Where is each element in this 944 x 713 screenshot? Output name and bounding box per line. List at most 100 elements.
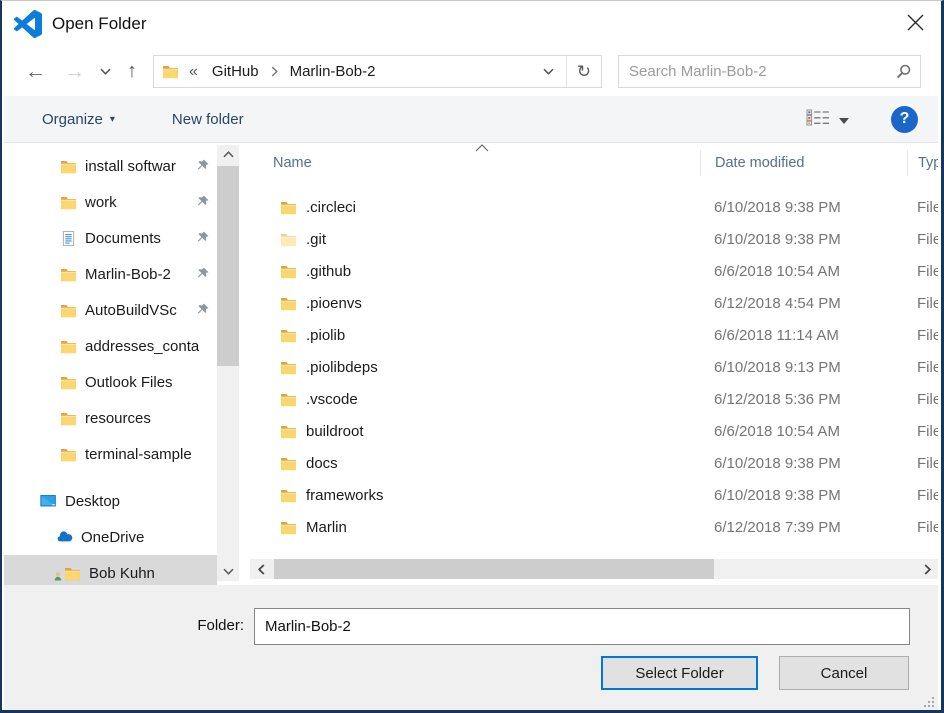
scroll-left-icon[interactable] — [250, 559, 272, 579]
row-name: .piolib — [306, 327, 345, 344]
sidebar-item-resources[interactable]: resources — [4, 400, 217, 436]
select-folder-button[interactable]: Select Folder — [601, 656, 758, 690]
folder-icon — [280, 359, 297, 376]
sidebar-item-label: Bob Kuhn — [89, 565, 155, 582]
folder-icon — [162, 63, 179, 80]
sidebar-item-addresses-conta[interactable]: addresses_conta — [4, 328, 217, 364]
sidebar-item-autobuildvsc[interactable]: AutoBuildVSc — [4, 292, 217, 328]
breadcrumb-marlin-bob-2[interactable]: Marlin-Bob-2 — [280, 63, 386, 80]
scroll-down-icon[interactable] — [217, 562, 239, 581]
up-button[interactable]: ↑ — [117, 60, 147, 83]
row-name: .piolibdeps — [306, 359, 378, 376]
close-icon[interactable] — [893, 3, 937, 41]
table-row[interactable]: buildroot 6/6/2018 10:54 AM File — [249, 415, 938, 447]
table-row[interactable]: .github 6/6/2018 10:54 AM File — [249, 255, 938, 287]
organize-caret-icon: ▾ — [110, 114, 115, 125]
address-bar[interactable]: « GitHub Marlin-Bob-2 ↻ — [153, 55, 602, 88]
table-row[interactable]: docs 6/10/2018 9:38 PM File — [249, 447, 938, 479]
sidebar-item-label: terminal-sample — [85, 446, 192, 463]
sidebar-item-onedrive[interactable]: OneDrive — [4, 519, 217, 555]
sidebar-item-label: Outlook Files — [85, 374, 173, 391]
address-dropdown-icon[interactable] — [531, 56, 566, 87]
pin-icon[interactable] — [195, 194, 210, 209]
folder-icon — [280, 199, 297, 216]
table-row[interactable]: Marlin 6/12/2018 7:39 PM File — [249, 511, 938, 543]
folder-icon — [280, 263, 297, 280]
folder-field-label: Folder: — [154, 617, 244, 634]
pin-icon[interactable] — [195, 266, 210, 281]
folder-name-input[interactable] — [254, 608, 910, 645]
sidebar-item-label: install softwar — [85, 158, 176, 175]
sidebar-scrollbar-thumb[interactable] — [217, 166, 239, 366]
view-mode-button[interactable] — [800, 105, 855, 134]
table-row[interactable]: .circleci 6/10/2018 9:38 PM File — [249, 191, 938, 223]
breadcrumb-overflow[interactable]: « — [189, 63, 198, 81]
file-rows: .circleci 6/10/2018 9:38 PM File .git 6/… — [249, 191, 938, 543]
row-date-modified: 6/10/2018 9:38 PM — [700, 231, 907, 248]
folder-icon — [60, 266, 77, 283]
row-type: File — [907, 519, 938, 536]
forward-button[interactable]: → — [55, 61, 94, 82]
search-icon[interactable] — [895, 63, 912, 80]
table-row[interactable]: .git 6/10/2018 9:38 PM File — [249, 223, 938, 255]
column-header-name[interactable]: Name — [249, 155, 700, 171]
column-header-date-modified[interactable]: Date modified — [700, 150, 907, 176]
folder-icon — [280, 231, 297, 248]
pin-icon[interactable] — [195, 302, 210, 317]
pin-icon[interactable] — [195, 158, 210, 173]
sidebar-item-desktop[interactable]: Desktop — [4, 483, 217, 519]
folder-icon — [60, 446, 77, 463]
table-row[interactable]: frameworks 6/10/2018 9:38 PM File — [249, 479, 938, 511]
scroll-up-icon[interactable] — [217, 145, 239, 164]
folder-icon — [60, 302, 77, 319]
cancel-button[interactable]: Cancel — [779, 656, 909, 690]
row-name: .github — [306, 263, 351, 280]
new-folder-button[interactable]: New folder — [172, 111, 244, 128]
breadcrumb-github[interactable]: GitHub — [202, 63, 269, 80]
help-button[interactable]: ? — [891, 106, 918, 133]
folder-icon — [60, 374, 77, 391]
row-date-modified: 6/6/2018 11:14 AM — [700, 327, 907, 344]
row-date-modified: 6/12/2018 7:39 PM — [700, 519, 907, 536]
sidebar-item-work[interactable]: work — [4, 184, 217, 220]
table-row[interactable]: .piolibdeps 6/10/2018 9:13 PM File — [249, 351, 938, 383]
sidebar-item-label: resources — [85, 410, 151, 427]
command-bar: Organize ▾ New folder ? — [4, 96, 938, 143]
view-mode-caret-icon — [839, 111, 849, 128]
column-header-type[interactable]: Typ — [907, 150, 938, 176]
row-date-modified: 6/12/2018 5:36 PM — [700, 391, 907, 408]
refresh-icon[interactable]: ↻ — [566, 56, 601, 87]
row-type: File — [907, 391, 938, 408]
sidebar-item-outlook-files[interactable]: Outlook Files — [4, 364, 217, 400]
horizontal-scrollbar-thumb[interactable] — [274, 559, 714, 579]
search-input[interactable] — [621, 63, 895, 80]
back-button[interactable]: ← — [16, 61, 55, 82]
history-chevron-icon[interactable] — [94, 68, 117, 75]
footer-bar: Folder: Select Folder Cancel — [4, 585, 938, 710]
sidebar-scrollbar — [217, 145, 239, 581]
sidebar-item-bob-kuhn[interactable]: Bob Kuhn — [4, 555, 217, 586]
sidebar-item-terminal-sample[interactable]: terminal-sample — [4, 436, 217, 472]
folder-icon — [60, 338, 77, 355]
table-row[interactable]: .piolib 6/6/2018 11:14 AM File — [249, 319, 938, 351]
row-date-modified: 6/10/2018 9:38 PM — [700, 199, 907, 216]
content-area: install softwar work Documents Marlin-Bo… — [4, 143, 938, 586]
table-row[interactable]: .pioenvs 6/12/2018 4:54 PM File — [249, 287, 938, 319]
folder-icon — [280, 423, 297, 440]
sidebar-item-documents[interactable]: Documents — [4, 220, 217, 256]
pin-icon[interactable] — [195, 230, 210, 245]
row-date-modified: 6/10/2018 9:38 PM — [700, 455, 907, 472]
sidebar-item-label: Documents — [85, 230, 161, 247]
scroll-right-icon[interactable] — [916, 559, 938, 579]
navigation-bar: ← → ↑ « GitHub Marlin-Bob-2 ↻ — [4, 47, 938, 96]
table-row[interactable]: .vscode 6/12/2018 5:36 PM File — [249, 383, 938, 415]
search-box — [618, 55, 921, 88]
organize-menu[interactable]: Organize ▾ — [42, 111, 115, 128]
row-type: File — [907, 359, 938, 376]
sidebar-item-install-softwar[interactable]: install softwar — [4, 148, 217, 184]
resize-grip[interactable] — [923, 695, 935, 707]
row-type: File — [907, 455, 938, 472]
chevron-right-icon[interactable] — [269, 66, 280, 77]
sidebar-item-marlin-bob-2[interactable]: Marlin-Bob-2 — [4, 256, 217, 292]
documents-icon — [60, 230, 77, 247]
